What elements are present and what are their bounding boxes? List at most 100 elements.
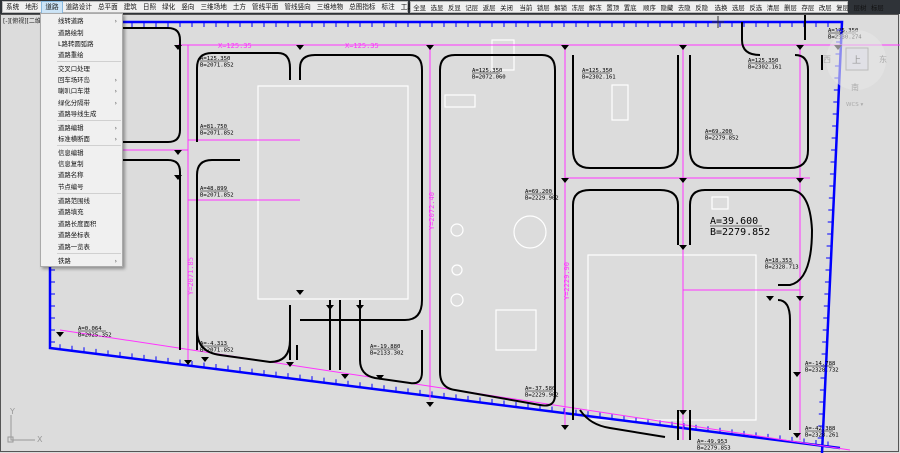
menu-separator — [57, 193, 121, 194]
chevron-right-icon: › — [114, 17, 117, 25]
menu-14[interactable]: 总图指标 — [346, 2, 378, 13]
menu-15[interactable]: 标注 — [379, 2, 398, 13]
coordinate-label: B=2072.060 — [472, 75, 506, 81]
toolbar-button[interactable]: 置顶 — [604, 3, 621, 12]
toolbar-button[interactable]: 选层 — [730, 3, 747, 12]
menu-item[interactable]: 道路编辑 › — [41, 123, 122, 134]
menu-item[interactable]: 道路一览表 — [41, 242, 122, 253]
viewcube-west[interactable]: 西 — [823, 55, 831, 64]
menu-4[interactable]: 总平面 — [95, 2, 121, 13]
toolbar-button[interactable]: 存层 — [799, 3, 816, 12]
toolbar-button[interactable]: 关闭 — [498, 3, 515, 12]
coordinate-label: B=2302.161 — [748, 65, 782, 71]
menu-item[interactable]: 节点编号 — [41, 182, 122, 193]
menu-11[interactable]: 管线平面 — [249, 2, 281, 13]
chevron-right-icon: › — [114, 76, 117, 84]
toolbar-button[interactable]: 返层 — [481, 3, 498, 12]
menu-7[interactable]: 绿化 — [159, 2, 178, 13]
menu-item[interactable]: 喇叭口车港 › — [41, 86, 122, 97]
viewcube-north[interactable]: 北 — [834, 29, 842, 38]
menu-10[interactable]: 土方 — [230, 2, 249, 13]
chevron-right-icon: › — [114, 257, 117, 265]
menu-item-label: 标准横断面 — [58, 135, 90, 143]
toolbar-button[interactable]: 反显 — [446, 3, 463, 12]
toolbar-button[interactable]: 选换 — [712, 3, 729, 12]
menu-separator — [57, 145, 121, 146]
coordinate-label: B=2071.852 — [200, 348, 234, 354]
viewcube-top[interactable]: 上 — [852, 55, 861, 66]
toolbar-button[interactable]: 冻层 — [569, 3, 586, 12]
menu-1[interactable]: 地形 — [22, 2, 41, 13]
menu-item[interactable]: 回车场环岛 › — [41, 75, 122, 86]
menu-item[interactable]: 交叉口处理 — [41, 64, 122, 75]
menu-item[interactable]: 道路坐标表 — [41, 230, 122, 241]
toolbar-button[interactable]: 全显 — [411, 3, 428, 12]
viewcube-south[interactable]: 南 — [851, 82, 859, 92]
coordinate-label: B=2229.902 — [525, 196, 559, 202]
toolbar-button[interactable]: 反隐 — [693, 3, 710, 12]
menu-item-label: 交叉口处理 — [58, 65, 90, 73]
toolbar-button[interactable]: 改层 — [817, 3, 834, 12]
drawing-canvas[interactable]: X=125.35 X=125.35 Y=2071.85 Y=2072.40 Y=… — [0, 0, 900, 453]
menu-8[interactable]: 竖向 — [178, 2, 197, 13]
menu-item-label: 信息复制 — [58, 160, 84, 168]
menu-item-label: 道路编辑 — [58, 124, 84, 132]
ucs-x-label: X — [37, 435, 43, 444]
toolbar-button[interactable]: 顺序 — [641, 3, 658, 12]
menu-item[interactable]: 绿化分隔带 › — [41, 98, 122, 109]
coordinate-label: B=2279.853 — [697, 446, 731, 452]
toolbar-button[interactable]: 记层 — [463, 3, 480, 12]
viewcube-east[interactable]: 东 — [879, 54, 887, 64]
menu-item-label: 喇叭口车港 — [58, 87, 90, 95]
viewport-controls-label[interactable]: [-][俯视][二维 — [3, 16, 41, 25]
menu-6[interactable]: 日照 — [140, 2, 159, 13]
menu-2[interactable]: 道路 — [41, 0, 63, 14]
coordinate-label: B=2328.713 — [765, 265, 799, 271]
toolbar-button[interactable]: 当前 — [517, 3, 534, 12]
toolbar-button[interactable]: 复层 — [834, 3, 851, 12]
menu-item-label: 道路名称 — [58, 171, 84, 179]
menu-item[interactable]: 道路导线生成 — [41, 109, 122, 120]
toolbar-button[interactable]: 反选 — [747, 3, 764, 12]
toolbar-button[interactable]: 去隐 — [676, 3, 693, 12]
menu-item[interactable]: 信息编辑 — [41, 148, 122, 159]
menu-item[interactable]: 道路重绘 — [41, 50, 122, 61]
menu-13[interactable]: 三维地物 — [314, 2, 346, 13]
toolbar-button[interactable]: 选显 — [428, 3, 445, 12]
menu-item-label: 绿化分隔带 — [58, 99, 90, 107]
menu-item[interactable]: 道路填充 — [41, 207, 122, 218]
toolbar-button[interactable]: 标层 — [869, 3, 886, 12]
menu-item[interactable]: 道路范围线 — [41, 196, 122, 207]
coordinate-label: B=2071.852 — [200, 193, 234, 199]
toolbar-button[interactable]: 层树 — [851, 3, 868, 12]
menu-bar: 系统 地形 道路 道路设计 总平面 建筑 日照 绿化 竖向 三维场地 土方 管线平面 管线竖向 三维地物总… — [2, 0, 433, 14]
menu-item-label: 道路填充 — [58, 208, 84, 216]
menu-item[interactable]: 道路名称 — [41, 170, 122, 181]
menu-item[interactable]: 标准横断面 › — [41, 134, 122, 145]
dim-y-right: Y=2229.90 — [563, 262, 571, 300]
menu-item[interactable]: 信息复制 — [41, 159, 122, 170]
toolbar-button[interactable]: 解冻 — [587, 3, 604, 12]
wcs-dropdown[interactable]: WCS ▾ — [846, 102, 864, 108]
menu-item[interactable]: 铁路 › — [41, 256, 122, 267]
menu-3[interactable]: 道路设计 — [63, 2, 95, 13]
toolbar-button[interactable]: 隐藏 — [658, 3, 675, 12]
toolbar-button[interactable]: 解锁 — [552, 3, 569, 12]
coordinate-label: B=2025.352 — [78, 333, 112, 339]
menu-item[interactable]: 线转道路 › — [41, 16, 122, 27]
menu-item[interactable]: 道路绘制 — [41, 28, 122, 39]
menu-9[interactable]: 三维场地 — [197, 2, 229, 13]
menu-item[interactable]: 道路长度面积 — [41, 219, 122, 230]
menu-5[interactable]: 建筑 — [121, 2, 140, 13]
toolbar-button[interactable]: 锁层 — [535, 3, 552, 12]
menu-0[interactable]: 系统 — [3, 2, 22, 13]
dim-y-mid: Y=2072.40 — [428, 192, 436, 230]
toolbar-button[interactable]: 删层 — [782, 3, 799, 12]
menu-item-label: 节点编号 — [58, 183, 84, 191]
coordinate-label: B=2071.852 — [200, 131, 234, 137]
menu-item[interactable]: L路转圆弧路 — [41, 39, 122, 50]
coordinate-label: B=2133.302 — [370, 351, 404, 357]
toolbar-button[interactable]: 清层 — [765, 3, 782, 12]
menu-12[interactable]: 管线竖向 — [281, 2, 313, 13]
toolbar-button[interactable]: 置底 — [622, 3, 639, 12]
